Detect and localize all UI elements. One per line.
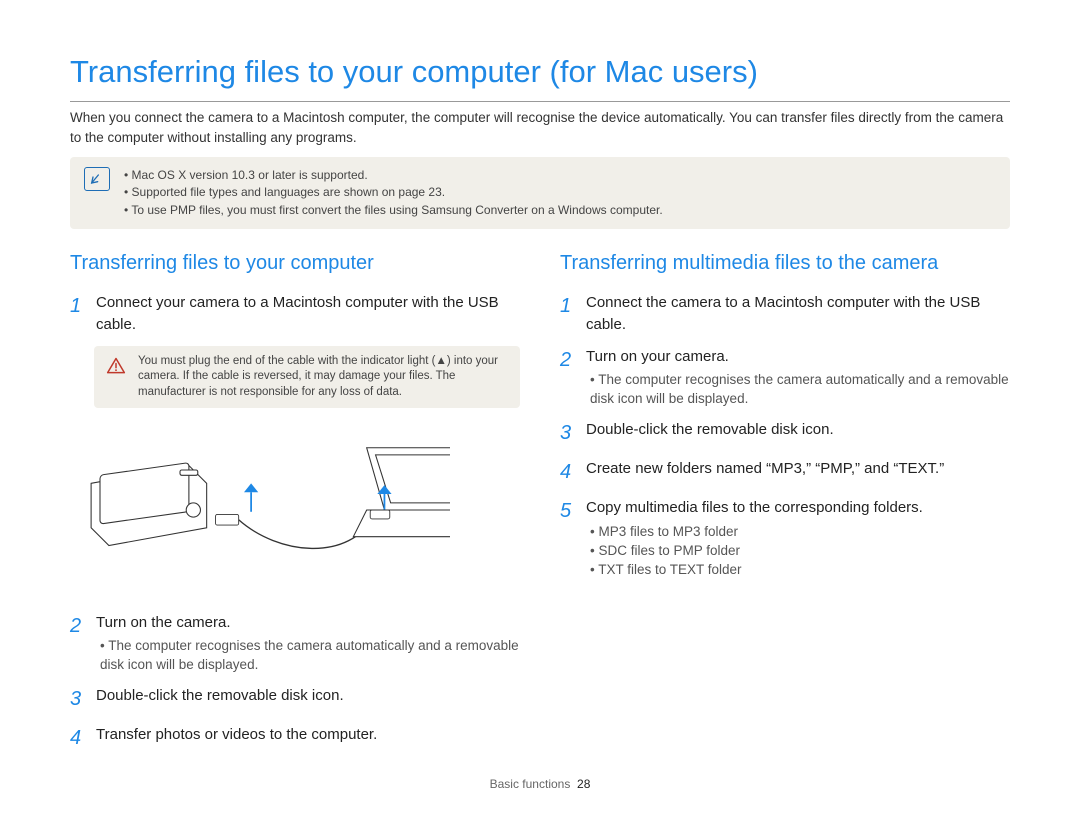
page-title: Transferring files to your computer (for… xyxy=(70,50,1010,102)
step-4-left: 4 Transfer photos or videos to the compu… xyxy=(70,724,520,753)
right-section-heading: Transferring multimedia files to the cam… xyxy=(560,249,1010,278)
step-bullet: SDC files to PMP folder xyxy=(590,542,923,561)
step-number: 1 xyxy=(70,292,88,336)
note-icon xyxy=(84,167,110,191)
info-note-box: Mac OS X version 10.3 or later is suppor… xyxy=(70,157,1010,229)
content-columns: Transferring files to your computer 1 Co… xyxy=(70,249,1010,763)
step-number: 2 xyxy=(560,346,578,410)
step-bullet: MP3 files to MP3 folder xyxy=(590,523,923,542)
step-bullet: The computer recognises the camera autom… xyxy=(100,637,520,675)
footer-section: Basic functions xyxy=(490,777,571,791)
step-4-right: 4 Create new folders named “MP3,” “PMP,”… xyxy=(560,458,1010,487)
connection-illustration xyxy=(70,430,450,590)
right-column: Transferring multimedia files to the cam… xyxy=(560,249,1010,763)
warning-icon xyxy=(106,356,126,382)
step-text: Transfer photos or videos to the compute… xyxy=(96,724,377,746)
intro-text: When you connect the camera to a Macinto… xyxy=(70,108,1010,147)
info-note-item: Supported file types and languages are s… xyxy=(124,184,996,201)
step-text: Copy multimedia files to the correspondi… xyxy=(586,497,923,519)
info-note-item: Mac OS X version 10.3 or later is suppor… xyxy=(124,167,996,184)
step-number: 4 xyxy=(70,724,88,753)
page-footer: Basic functions 28 xyxy=(0,776,1080,793)
step-1-right: 1 Connect the camera to a Macintosh comp… xyxy=(560,292,1010,336)
step-text: Connect your camera to a Macintosh compu… xyxy=(96,292,520,336)
info-note-item: To use PMP files, you must first convert… xyxy=(124,202,996,219)
step-text: Double-click the removable disk icon. xyxy=(96,685,344,707)
step-number: 3 xyxy=(70,685,88,714)
step-2-left: 2 Turn on the camera. The computer recog… xyxy=(70,612,520,676)
step-text: Connect the camera to a Macintosh comput… xyxy=(586,292,1010,336)
step-number: 4 xyxy=(560,458,578,487)
footer-page-number: 28 xyxy=(577,777,590,791)
step-number: 2 xyxy=(70,612,88,676)
step-2-right: 2 Turn on your camera. The computer reco… xyxy=(560,346,1010,410)
step-text: Double-click the removable disk icon. xyxy=(586,419,834,441)
step-bullet: The computer recognises the camera autom… xyxy=(590,371,1010,409)
warning-box: You must plug the end of the cable with … xyxy=(94,346,520,409)
step-text: Turn on the camera. xyxy=(96,612,520,634)
left-column: Transferring files to your computer 1 Co… xyxy=(70,249,520,763)
step-text: Create new folders named “MP3,” “PMP,” a… xyxy=(586,458,944,480)
step-bullet: TXT files to TEXT folder xyxy=(590,561,923,580)
step-text: Turn on your camera. xyxy=(586,346,1010,368)
step-number: 5 xyxy=(560,497,578,579)
step-3-right: 3 Double-click the removable disk icon. xyxy=(560,419,1010,448)
warning-text: You must plug the end of the cable with … xyxy=(138,355,498,398)
step-number: 1 xyxy=(560,292,578,336)
step-5-right: 5 Copy multimedia files to the correspon… xyxy=(560,497,1010,579)
step-number: 3 xyxy=(560,419,578,448)
step-3-left: 3 Double-click the removable disk icon. xyxy=(70,685,520,714)
left-section-heading: Transferring files to your computer xyxy=(70,249,520,278)
step-1-left: 1 Connect your camera to a Macintosh com… xyxy=(70,292,520,336)
